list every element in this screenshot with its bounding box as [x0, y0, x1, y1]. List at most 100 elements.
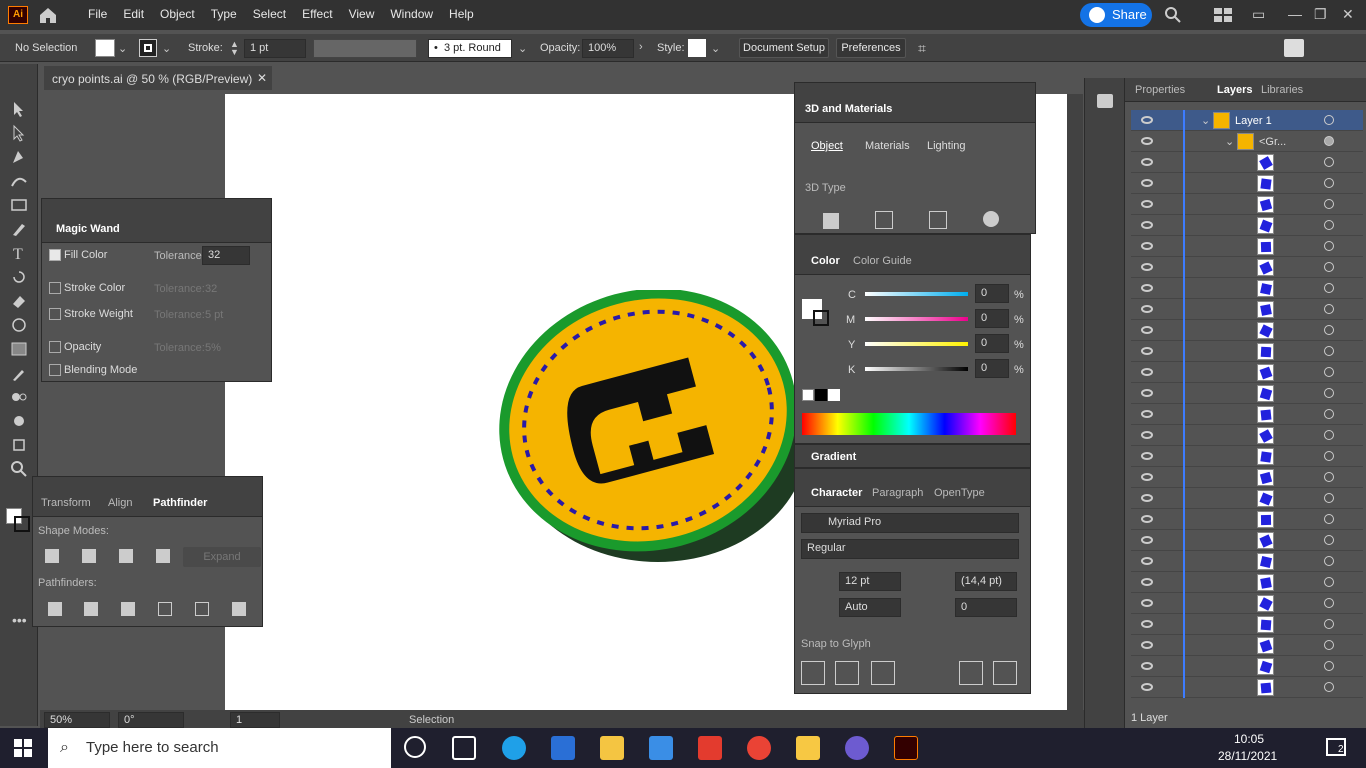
- more-tools-icon[interactable]: •••: [12, 612, 27, 628]
- plane-icon[interactable]: [823, 213, 839, 229]
- graphic-style-swatch[interactable]: [688, 39, 706, 57]
- visibility-icon[interactable]: [1141, 326, 1153, 334]
- tab-properties[interactable]: Properties: [1135, 84, 1185, 96]
- channel-k-slider[interactable]: [865, 367, 968, 371]
- channel-m-slider[interactable]: [865, 317, 968, 321]
- channel-k-field[interactable]: 0: [975, 359, 1009, 378]
- path-row[interactable]: [1131, 404, 1363, 425]
- comments-icon[interactable]: [1097, 94, 1113, 108]
- eyedropper-tool-icon[interactable]: [10, 364, 28, 382]
- layer-row[interactable]: ⌄ Layer 1: [1131, 110, 1363, 131]
- menu-window[interactable]: Window: [382, 0, 441, 30]
- visibility-icon[interactable]: [1141, 494, 1153, 502]
- illustrator-taskbar-icon[interactable]: [894, 736, 918, 760]
- target-icon[interactable]: [1324, 262, 1334, 272]
- visibility-icon[interactable]: [1141, 515, 1153, 523]
- opacity-field[interactable]: 100%: [582, 39, 634, 58]
- menu-type[interactable]: Type: [203, 0, 245, 30]
- brush-definition[interactable]: • 3 pt. Round: [428, 39, 512, 58]
- path-row[interactable]: [1131, 194, 1363, 215]
- fill-tolerance-field[interactable]: 32: [202, 246, 250, 265]
- curvature-tool-icon[interactable]: [10, 172, 28, 190]
- tab-transform[interactable]: Transform: [41, 497, 91, 509]
- tab-layers[interactable]: Layers: [1217, 84, 1252, 96]
- tab-lighting[interactable]: Lighting: [927, 140, 966, 152]
- clock-date[interactable]: 28/11/2021: [1218, 749, 1277, 763]
- tab-paragraph[interactable]: Paragraph: [872, 487, 923, 499]
- visibility-icon[interactable]: [1141, 662, 1153, 670]
- tab-color-guide[interactable]: Color Guide: [853, 255, 912, 267]
- white-swatch[interactable]: [828, 389, 840, 401]
- rotation-field[interactable]: 0°: [118, 712, 184, 728]
- target-icon[interactable]: [1324, 304, 1334, 314]
- direct-selection-tool-icon[interactable]: [10, 124, 28, 142]
- store-icon[interactable]: [551, 736, 575, 760]
- path-row[interactable]: [1131, 236, 1363, 257]
- target-icon[interactable]: [1324, 430, 1334, 440]
- path-row[interactable]: [1131, 467, 1363, 488]
- kerning-field[interactable]: Auto: [839, 598, 901, 617]
- trim-icon[interactable]: [84, 602, 98, 616]
- color-spectrum[interactable]: [802, 413, 1016, 435]
- menu-effect[interactable]: Effect: [294, 0, 340, 30]
- windows-start-icon[interactable]: [14, 739, 32, 757]
- fill-color-checkbox[interactable]: [49, 249, 61, 261]
- blend-tool-icon[interactable]: [10, 388, 28, 406]
- path-row[interactable]: [1131, 635, 1363, 656]
- path-row[interactable]: [1131, 551, 1363, 572]
- blending-mode-checkbox[interactable]: [49, 364, 61, 376]
- close-icon[interactable]: ✕: [1342, 6, 1354, 23]
- tab-materials[interactable]: Materials: [865, 140, 910, 152]
- target-icon[interactable]: [1324, 472, 1334, 482]
- target-icon[interactable]: [1324, 346, 1334, 356]
- tab-opentype[interactable]: OpenType: [934, 487, 985, 499]
- stroke-stepper[interactable]: ▲ ▼: [230, 40, 239, 57]
- close-icon[interactable]: ✕: [257, 71, 267, 85]
- file-explorer-icon[interactable]: [600, 736, 624, 760]
- zoom-field[interactable]: 50%: [44, 712, 110, 728]
- path-row[interactable]: [1131, 173, 1363, 194]
- menu-help[interactable]: Help: [441, 0, 482, 30]
- rectangle-tool-icon[interactable]: [10, 196, 28, 214]
- gradient-title[interactable]: Gradient: [811, 451, 856, 463]
- tab-libraries[interactable]: Libraries: [1261, 84, 1303, 96]
- target-icon[interactable]: [1324, 556, 1334, 566]
- intersect-icon[interactable]: [119, 549, 133, 563]
- rotate-tool-icon[interactable]: [10, 268, 28, 286]
- merge-icon[interactable]: [121, 602, 135, 616]
- target-icon[interactable]: [1324, 283, 1334, 293]
- tab-align[interactable]: Align: [108, 497, 132, 509]
- tracking-field[interactable]: 0: [955, 598, 1017, 617]
- paintbrush-tool-icon[interactable]: [10, 220, 28, 238]
- variable-width-profile[interactable]: [313, 39, 417, 58]
- pen-tool-icon[interactable]: [10, 148, 28, 166]
- restore-icon[interactable]: ❐: [1314, 6, 1327, 23]
- target-icon[interactable]: [1324, 178, 1334, 188]
- target-icon[interactable]: [1324, 661, 1334, 671]
- glyph-bounds-icon[interactable]: [871, 661, 895, 685]
- visibility-icon[interactable]: [1141, 347, 1153, 355]
- menu-select[interactable]: Select: [245, 0, 294, 30]
- path-row[interactable]: [1131, 677, 1363, 698]
- path-row[interactable]: [1131, 509, 1363, 530]
- font-family-field[interactable]: Myriad Pro: [801, 513, 1019, 533]
- path-row[interactable]: [1131, 656, 1363, 677]
- visibility-icon[interactable]: [1141, 116, 1153, 124]
- visibility-icon[interactable]: [1141, 200, 1153, 208]
- outline-icon[interactable]: [195, 602, 209, 616]
- minus-back-icon[interactable]: [232, 602, 246, 616]
- office-icon[interactable]: [698, 736, 722, 760]
- puppet-warp-tool-icon[interactable]: [10, 316, 28, 334]
- opacity-checkbox[interactable]: [49, 341, 61, 353]
- visibility-icon[interactable]: [1141, 263, 1153, 271]
- visibility-icon[interactable]: [1141, 452, 1153, 460]
- chevron-down-icon[interactable]: ⌄: [518, 42, 527, 55]
- visibility-icon[interactable]: [1141, 242, 1153, 250]
- channel-c-slider[interactable]: [865, 292, 968, 296]
- path-row[interactable]: [1131, 383, 1363, 404]
- target-icon[interactable]: [1324, 535, 1334, 545]
- share-button[interactable]: Share: [1080, 3, 1152, 27]
- chevron-right-icon[interactable]: ›: [639, 41, 643, 53]
- black-swatch[interactable]: [815, 389, 827, 401]
- target-icon[interactable]: [1324, 577, 1334, 587]
